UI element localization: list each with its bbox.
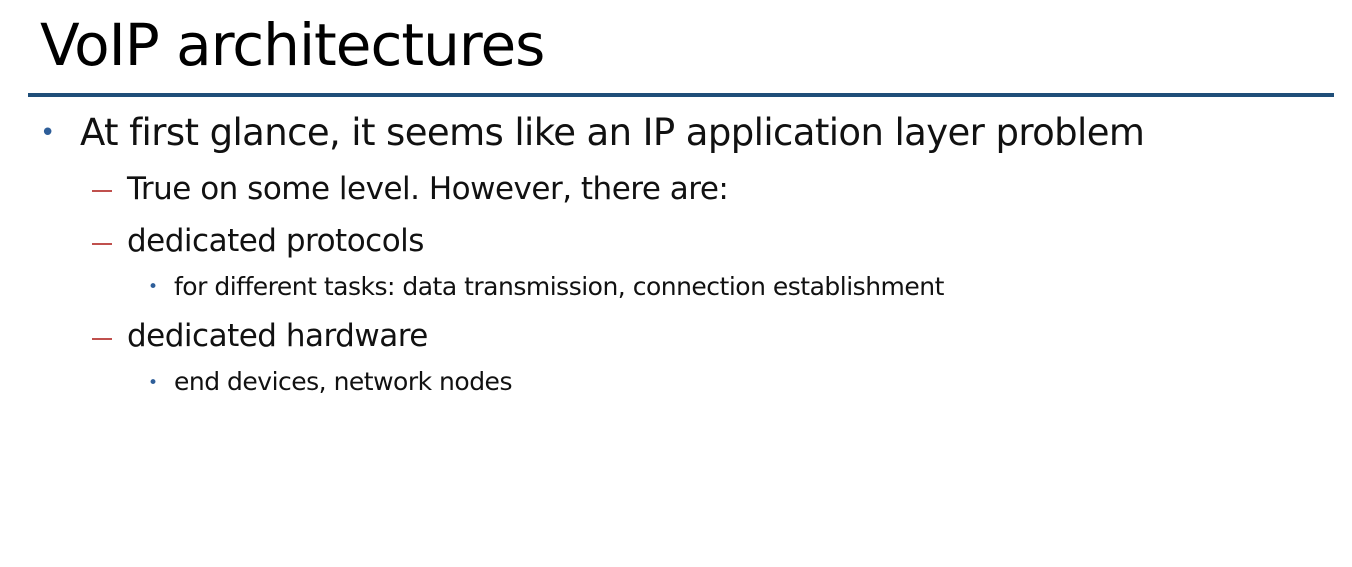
subitem-text: True on some level. However, there are: — [127, 171, 729, 207]
bullet-icon: • — [148, 277, 159, 297]
subitem-text: dedicated protocols — [127, 223, 424, 259]
subsubitem-text: for different tasks: data transmission, … — [174, 272, 944, 301]
bullet-icon: • — [40, 118, 56, 148]
subitem-text: dedicated hardware — [127, 318, 428, 354]
slide: VoIP architectures • At first glance, it… — [0, 0, 1352, 567]
dash-icon — [92, 243, 112, 245]
title-divider — [28, 93, 1334, 97]
slide-title: VoIP architectures — [40, 11, 545, 79]
dash-icon — [92, 338, 112, 340]
bullet-icon: • — [148, 373, 159, 393]
bullet-text: At first glance, it seems like an IP app… — [80, 111, 1145, 154]
dash-icon — [92, 190, 112, 192]
subsubitem-text: end devices, network nodes — [174, 367, 512, 396]
